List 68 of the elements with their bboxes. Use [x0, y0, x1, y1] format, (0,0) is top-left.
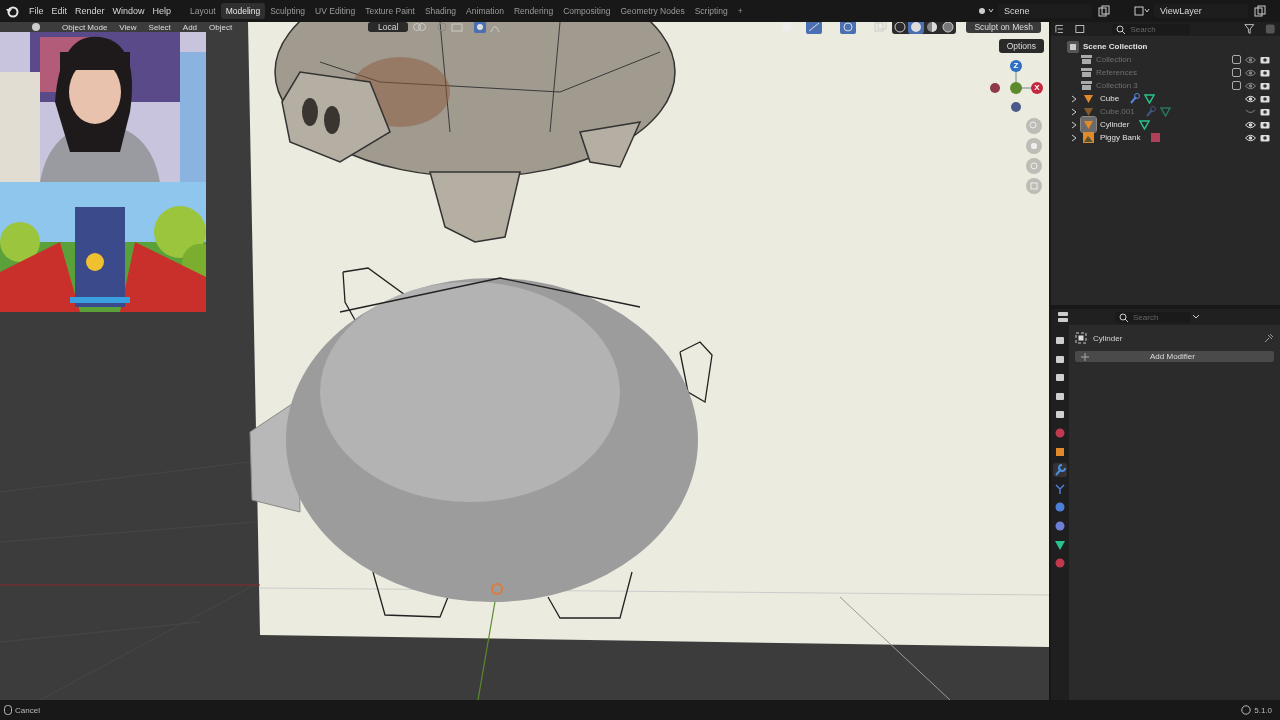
chevron-down-icon[interactable] [1191, 313, 1201, 321]
wrench-icon[interactable] [1129, 93, 1141, 104]
add-workspace-button[interactable]: + [732, 3, 748, 19]
workspace-tab[interactable]: Animation [461, 3, 509, 19]
workspace-tab[interactable]: Layout [185, 3, 221, 19]
workspace-tab[interactable]: Texture Paint [360, 3, 420, 19]
collection-icon [1081, 67, 1092, 78]
workspace-tab[interactable]: Shading [419, 3, 462, 19]
eye-icon[interactable] [1245, 120, 1256, 129]
rendered-shading-icon[interactable] [940, 22, 957, 34]
particles-icon[interactable] [1053, 481, 1067, 496]
checkbox[interactable] [1232, 81, 1241, 90]
outliner-item[interactable]: Piggy Bank [1100, 133, 1141, 142]
copy-icon[interactable] [1254, 5, 1266, 17]
header-menu[interactable]: Add [178, 22, 202, 32]
menu-item[interactable]: Window [108, 4, 149, 18]
workspace-tab[interactable]: Scripting [689, 3, 733, 19]
orientation-dropdown[interactable]: Local [368, 22, 409, 32]
header-menu[interactable]: Object [205, 22, 237, 32]
workspace-tab[interactable]: Geometry Nodes [615, 3, 690, 19]
wrench-icon[interactable] [1053, 463, 1067, 478]
object-name: Cylinder [1093, 333, 1123, 343]
workspace-tab[interactable]: Compositing [558, 3, 616, 19]
outliner-item[interactable]: Cube [1100, 94, 1120, 103]
sculpted-pig-model[interactable] [249, 267, 713, 619]
sculpt-on-mesh-button[interactable]: Sculpt on Mesh [966, 22, 1041, 33]
status-text: Cancel [15, 705, 40, 715]
textured-pig-model[interactable] [274, 22, 676, 243]
menu-item[interactable]: Help [148, 4, 176, 18]
header-menu[interactable]: Select [144, 22, 175, 32]
eye-icon[interactable] [1245, 133, 1256, 142]
menu-item[interactable]: Render [71, 4, 109, 18]
triangle-icon[interactable] [1144, 93, 1156, 104]
workspace-tab[interactable]: Modeling [220, 3, 266, 19]
wireframe-shading-icon[interactable] [892, 22, 909, 34]
solid-shading-icon[interactable] [908, 22, 925, 34]
mouse-icon [4, 705, 12, 715]
plus-icon [1081, 352, 1089, 361]
blender-logo-icon[interactable] [5, 4, 19, 18]
triangle-icon[interactable] [1139, 119, 1151, 130]
version-text: 5.1.0 [1254, 705, 1272, 715]
collection-icon [1081, 80, 1092, 91]
search-field[interactable]: Search [1112, 23, 1190, 35]
object-icon [1075, 332, 1087, 344]
options-dropdown[interactable]: Options [998, 39, 1044, 53]
workspace-tab[interactable]: Sculpting [265, 3, 311, 19]
search-field[interactable]: Search [1115, 311, 1191, 323]
outliner-item[interactable]: Cylinder [1100, 120, 1130, 129]
workspace-tab[interactable]: UV Editing [310, 3, 361, 19]
collection-icon [1081, 54, 1092, 65]
view-layer-selector[interactable]: ViewLayer [1154, 4, 1248, 18]
checkbox[interactable] [1232, 55, 1241, 64]
search-icon [1116, 24, 1127, 35]
search-icon [1119, 312, 1129, 323]
add-modifier-button[interactable]: Add Modifier [1075, 351, 1274, 362]
header-menu[interactable]: Object Mode [54, 22, 112, 32]
workspace-tab[interactable]: Rendering [508, 3, 559, 19]
scene-selector[interactable]: Scene [998, 4, 1092, 18]
scene-collection-label[interactable]: Scene Collection [1083, 42, 1148, 51]
eye-icon[interactable] [1245, 94, 1256, 103]
collection-icon [1067, 40, 1079, 53]
proportional-icon[interactable] [474, 22, 487, 33]
menu-item[interactable]: File [25, 4, 48, 18]
header-menu[interactable]: View [115, 22, 141, 32]
checkbox[interactable] [1232, 68, 1241, 77]
copy-icon[interactable] [1098, 5, 1110, 17]
origin-marker [491, 583, 503, 595]
menu-item[interactable]: Edit [47, 4, 72, 18]
